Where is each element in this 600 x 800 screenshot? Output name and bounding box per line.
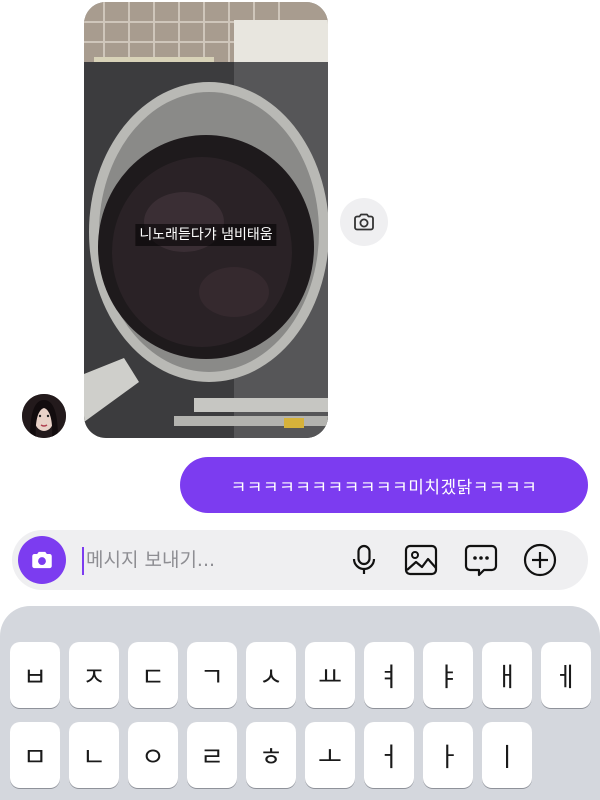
keyboard-row-2: ㅁ ㄴ ㅇ ㄹ ㅎ ㅗ ㅓ ㅏ ㅣ bbox=[10, 722, 541, 788]
key[interactable]: ㅁ bbox=[10, 722, 60, 788]
key[interactable]: ㅗ bbox=[305, 722, 355, 788]
key[interactable]: ㅑ bbox=[423, 642, 473, 708]
key[interactable]: ㅈ bbox=[69, 642, 119, 708]
key[interactable]: ㅓ bbox=[364, 722, 414, 788]
key[interactable]: ㅣ bbox=[482, 722, 532, 788]
key[interactable]: ㄹ bbox=[187, 722, 237, 788]
sticker-button[interactable] bbox=[463, 542, 499, 578]
key[interactable]: ㅔ bbox=[541, 642, 591, 708]
camera-button[interactable] bbox=[18, 536, 66, 584]
camera-icon bbox=[354, 213, 374, 231]
sender-avatar[interactable] bbox=[22, 394, 66, 438]
key[interactable]: ㅕ bbox=[364, 642, 414, 708]
key[interactable]: ㅂ bbox=[10, 642, 60, 708]
photo-caption: 니노래듣다갸 냄비태움 bbox=[135, 224, 277, 246]
avatar-image bbox=[22, 394, 66, 438]
key[interactable]: ㅅ bbox=[246, 642, 296, 708]
key[interactable]: ㄴ bbox=[69, 722, 119, 788]
received-photo[interactable]: 니노래듣다갸 냄비태움 bbox=[84, 2, 328, 438]
message-composer bbox=[12, 530, 588, 590]
sent-message-bubble[interactable]: ㅋㅋㅋㅋㅋㅋㅋㅋㅋㅋㅋ미치겠닭ㅋㅋㅋㅋ bbox=[180, 457, 588, 513]
keyboard-row-1: ㅂ ㅈ ㄷ ㄱ ㅅ ㅛ ㅕ ㅑ ㅐ ㅔ bbox=[10, 642, 600, 708]
gallery-icon bbox=[404, 544, 438, 576]
microphone-button[interactable] bbox=[346, 542, 382, 578]
message-input[interactable] bbox=[86, 542, 326, 578]
sticker-icon bbox=[464, 544, 498, 577]
gallery-button[interactable] bbox=[403, 542, 439, 578]
plus-icon bbox=[523, 543, 557, 577]
camera-icon bbox=[32, 551, 52, 569]
key[interactable]: ㅏ bbox=[423, 722, 473, 788]
microphone-icon bbox=[352, 544, 376, 574]
more-options-button[interactable] bbox=[522, 542, 558, 578]
key[interactable]: ㅎ bbox=[246, 722, 296, 788]
key[interactable]: ㄱ bbox=[187, 642, 237, 708]
save-photo-button[interactable] bbox=[340, 198, 388, 246]
key[interactable]: ㄷ bbox=[128, 642, 178, 708]
korean-keyboard: ㅂ ㅈ ㄷ ㄱ ㅅ ㅛ ㅕ ㅑ ㅐ ㅔ ㅁ ㄴ ㅇ ㄹ ㅎ ㅗ ㅓ ㅏ ㅣ bbox=[0, 606, 600, 800]
sent-message-text: ㅋㅋㅋㅋㅋㅋㅋㅋㅋㅋㅋ미치겠닭ㅋㅋㅋㅋ bbox=[230, 477, 538, 498]
key[interactable]: ㅐ bbox=[482, 642, 532, 708]
key[interactable]: ㅇ bbox=[128, 722, 178, 788]
burnt-pot-image bbox=[84, 2, 328, 438]
key[interactable]: ㅛ bbox=[305, 642, 355, 708]
text-caret bbox=[82, 547, 84, 575]
